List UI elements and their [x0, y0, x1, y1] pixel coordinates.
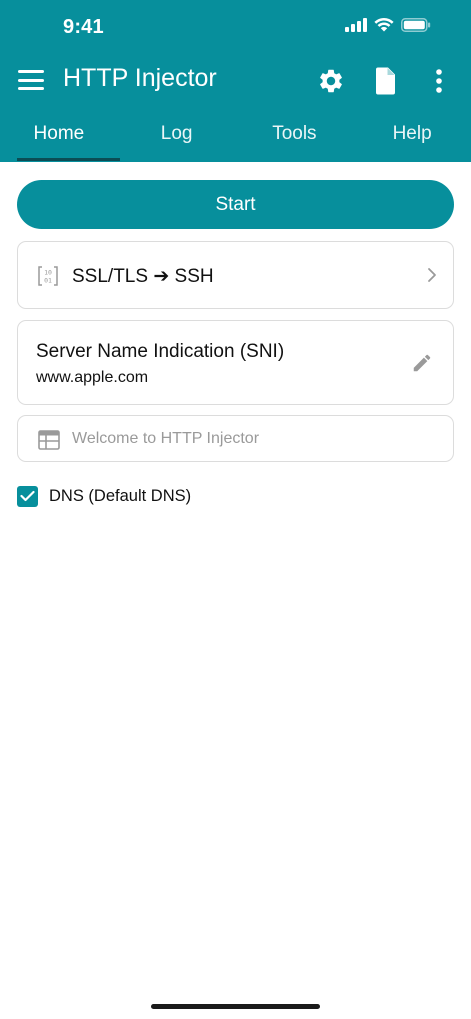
dns-option[interactable]: DNS (Default DNS): [17, 484, 191, 508]
binary-bracket-icon: 10 01: [37, 265, 59, 292]
chevron-right-icon: [427, 267, 437, 288]
document-icon[interactable]: [370, 66, 400, 96]
sni-title: Server Name Indication (SNI): [36, 341, 285, 362]
tab-tools[interactable]: Tools: [236, 112, 354, 162]
status-time: 9:41: [63, 16, 104, 38]
tab-home[interactable]: Home: [0, 112, 118, 162]
payload-input[interactable]: [72, 426, 432, 452]
svg-text:01: 01: [44, 277, 52, 285]
status-bar: 9:41: [0, 0, 471, 56]
sni-card[interactable]: Server Name Indication (SNI) www.apple.c…: [17, 320, 454, 405]
dns-label: DNS (Default DNS): [49, 486, 192, 505]
start-button[interactable]: Start: [17, 180, 454, 229]
dns-checkbox[interactable]: [17, 485, 38, 507]
gear-icon[interactable]: [316, 66, 346, 96]
app-title: HTTP Injector: [63, 64, 217, 92]
app-bar: 9:41 HTTP Injector Home Log Tools Help: [0, 0, 471, 162]
pencil-icon[interactable]: [411, 352, 433, 379]
sni-value: www.apple.com: [36, 369, 149, 386]
home-indicator[interactable]: [151, 1004, 320, 1009]
tab-bar: Home Log Tools Help: [0, 112, 471, 162]
more-vertical-icon[interactable]: [424, 66, 454, 96]
tunnel-mode-selector[interactable]: 10 01 SSL/TLS ➔ SSH: [17, 241, 454, 309]
cellular-signal-icon: [345, 17, 367, 37]
status-icons: [345, 17, 431, 37]
battery-icon: [401, 17, 431, 37]
window-layout-icon: [38, 430, 60, 455]
menu-icon[interactable]: [18, 67, 44, 93]
tab-help[interactable]: Help: [353, 112, 471, 162]
tunnel-mode-label: SSL/TLS ➔ SSH: [72, 266, 214, 287]
svg-text:10: 10: [44, 269, 52, 277]
toolbar: HTTP Injector: [0, 56, 471, 106]
tab-log[interactable]: Log: [118, 112, 236, 162]
active-tab-indicator: [17, 158, 120, 161]
wifi-icon: [374, 17, 394, 37]
payload-field[interactable]: [17, 415, 454, 462]
